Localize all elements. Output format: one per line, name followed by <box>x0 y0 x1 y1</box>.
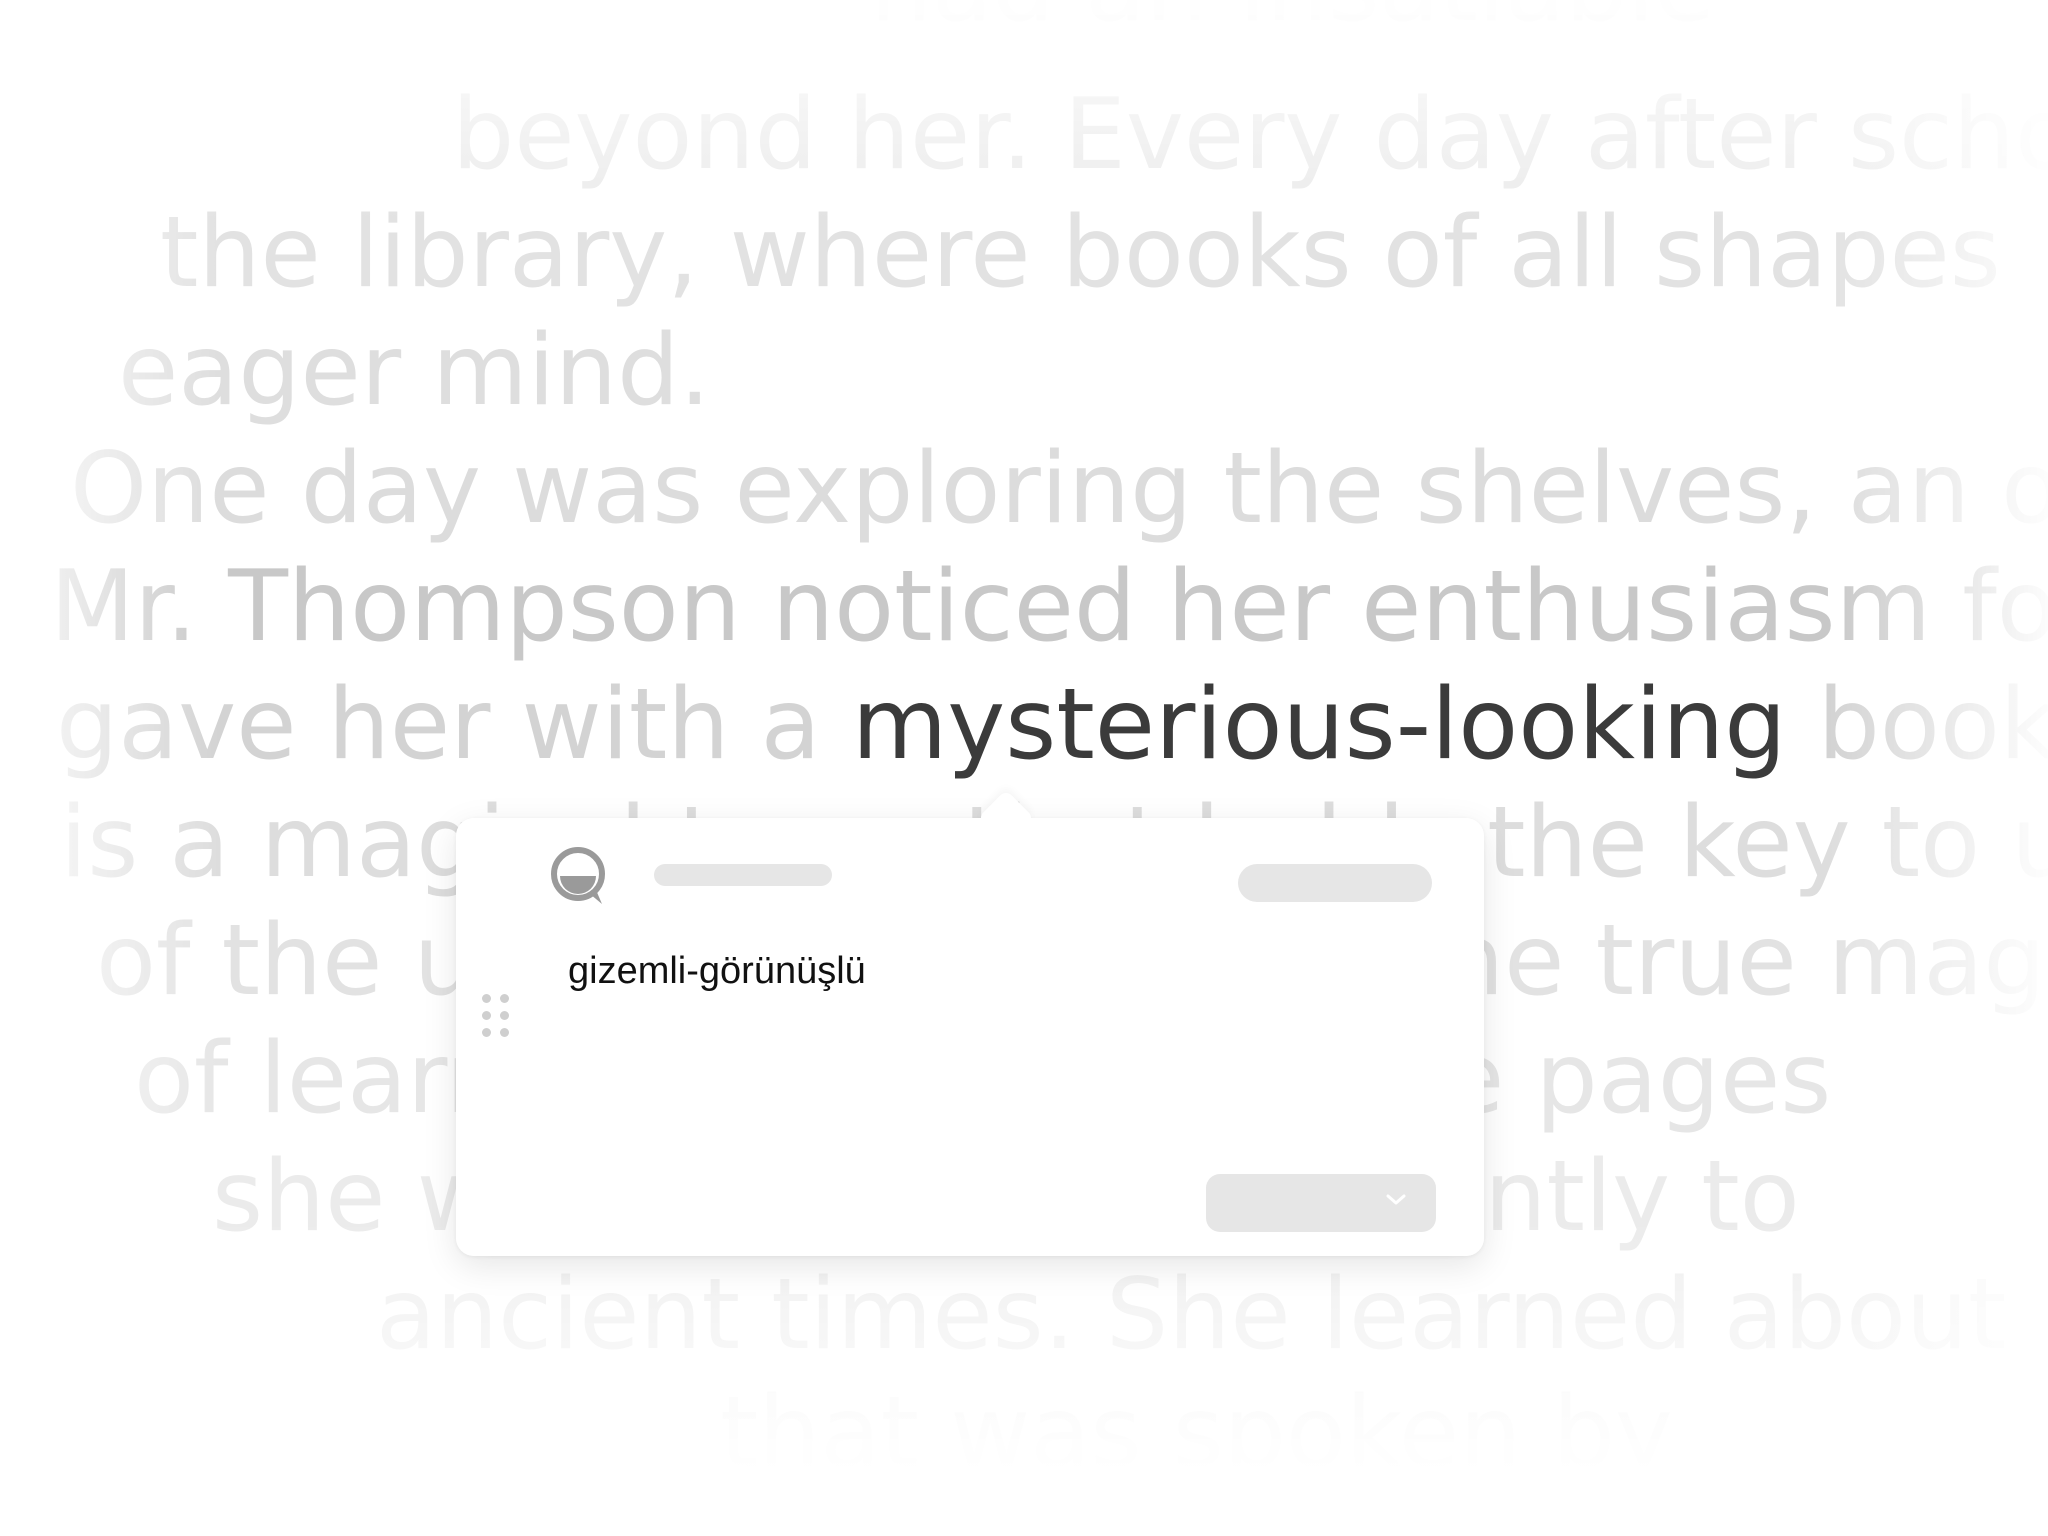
drag-handle-icon[interactable] <box>480 994 514 1040</box>
text-line: Mr. Thompson noticed her enthusiasm for … <box>50 558 2048 656</box>
text-segment: eager mind. <box>118 314 711 428</box>
text-segment: the library, where books of all shapes <box>160 196 2001 310</box>
text-segment: One day was exploring the shelves, an ol… <box>70 432 2048 546</box>
text-line: eager mind. <box>118 322 710 420</box>
text-segment: gave her with a <box>56 668 852 782</box>
text-segment: Mr. Thompson noticed her enthusiasm for … <box>50 550 2048 664</box>
translator-logo-icon[interactable] <box>550 846 608 908</box>
text-segment: beyond her. Every day after school <box>452 78 2048 192</box>
translation-popup[interactable]: gizemli-görünüşlü <box>456 789 1484 1256</box>
selected-word[interactable]: mysterious-looking <box>852 668 1787 782</box>
text-line: beyond her. Every day after school <box>452 86 2048 184</box>
translation-text: gizemli-görünüşlü <box>568 950 866 992</box>
text-line: One day was exploring the shelves, an ol… <box>70 440 2048 538</box>
popup-body: gizemli-görünüşlü <box>456 818 1484 1256</box>
text-segment: had an insatiable <box>870 0 1715 44</box>
text-segment: that was spoken by <box>720 1376 1673 1490</box>
title-placeholder <box>654 864 832 886</box>
text-line: that was spoken by <box>720 1384 1673 1482</box>
action-button-placeholder[interactable] <box>1238 864 1432 902</box>
text-line: ancient times. She learned about <box>376 1266 2006 1364</box>
text-segment: book and said <box>1817 668 2048 782</box>
language-select[interactable] <box>1206 1174 1436 1232</box>
chevron-down-icon <box>1384 1192 1408 1208</box>
text-line-selected: gave her with a mysterious-looking book … <box>56 676 2048 774</box>
text-line: had an insatiable <box>870 0 1715 36</box>
text-segment: ancient times. She learned about <box>376 1258 2007 1372</box>
text-line: the library, where books of all shapes <box>160 204 2001 302</box>
reading-text-area: had an insatiable beyond her. Every day … <box>0 0 2048 1536</box>
